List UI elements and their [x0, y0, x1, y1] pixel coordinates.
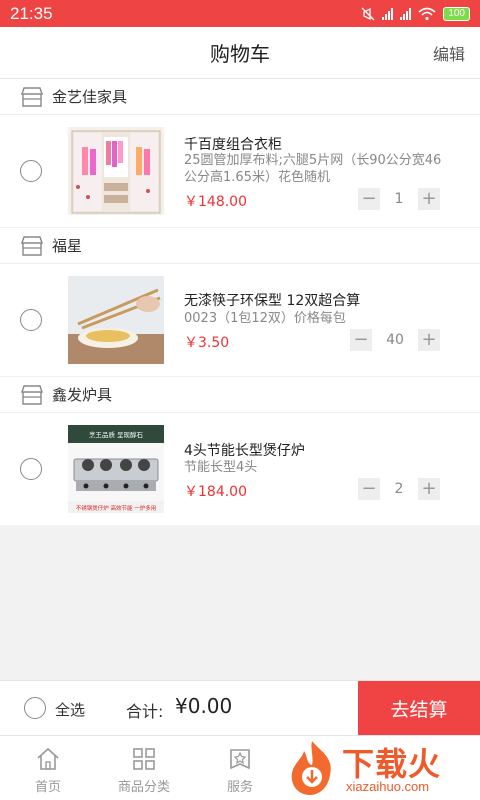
nav-bar: 购物车 编辑	[0, 27, 480, 79]
store-icon	[21, 235, 43, 256]
signal-icon-2	[400, 7, 412, 20]
wifi-icon	[418, 7, 436, 20]
shop-name: 金艺佳家具	[52, 88, 128, 106]
product-price: ￥3.50	[184, 335, 230, 351]
cart-item: 无漆筷子环保型 12双超合算 0023（1包12双）价格每包 ￥3.50 − 4…	[0, 264, 480, 376]
increase-button[interactable]: +	[418, 329, 440, 351]
product-price: ￥184.00	[184, 484, 247, 500]
tab-service-label: 服务	[226, 780, 253, 795]
shop-header[interactable]: 金艺佳家具	[0, 79, 480, 115]
tab-home-label: 首页	[34, 780, 61, 795]
increase-button[interactable]: +	[418, 188, 440, 210]
shop-header[interactable]: 福星	[0, 228, 480, 264]
tab-category[interactable]: 商品分类	[96, 736, 192, 800]
select-all-radio[interactable]	[24, 697, 46, 719]
product-image-stove[interactable]: 烹王品质 呈现醇石 不锈钢煲仔炉 高效节能 一炉多用	[68, 425, 164, 513]
status-time: 21:35	[10, 3, 53, 23]
watermark-url: xiazaihuo.com	[346, 779, 430, 794]
cart-item: 千百度组合衣柜 25圆管加厚布料;六腿5片网（长90公分宽46公分高1.65米）…	[0, 115, 480, 227]
quantity-value[interactable]: 40	[372, 332, 418, 348]
checkout-button[interactable]: 去结算	[358, 681, 480, 736]
product-spec: 节能长型4头	[184, 460, 258, 475]
decrease-button[interactable]: −	[350, 329, 372, 351]
product-name[interactable]: 无漆筷子环保型 12双超合算	[184, 290, 360, 310]
page-title: 购物车	[210, 42, 270, 66]
quantity-value[interactable]: 1	[380, 191, 418, 207]
product-spec: 25圆管加厚布料;六腿5片网（长90公分宽46公分高1.65米）花色随机	[184, 153, 442, 185]
shop-name: 鑫发炉具	[52, 386, 113, 404]
category-icon	[133, 748, 155, 770]
item-select-radio[interactable]	[20, 458, 42, 480]
decrease-button[interactable]: −	[358, 478, 380, 500]
checkout-bar: 全选 合计: ¥0.00 去结算	[0, 680, 480, 736]
cart-item: 烹王品质 呈现醇石 不锈钢煲仔炉 高效节能 一炉多用 4头节能长型煲仔炉 节能长…	[0, 413, 480, 525]
product-image-chopsticks[interactable]	[68, 276, 164, 364]
product-name[interactable]: 千百度组合衣柜	[184, 134, 282, 154]
stove-image-caption-top: 烹王品质 呈现醇石	[89, 430, 144, 439]
shop-header[interactable]: 鑫发炉具	[0, 377, 480, 413]
item-select-radio[interactable]	[20, 160, 42, 182]
status-bar: 21:35 100	[0, 0, 480, 27]
mute-icon	[361, 7, 375, 20]
quantity-stepper: − 2 +	[358, 478, 440, 500]
quantity-stepper: − 1 +	[358, 188, 440, 210]
total-label: 合计:	[126, 702, 164, 721]
store-icon	[21, 384, 43, 405]
edit-button[interactable]: 编辑	[433, 41, 465, 65]
decrease-button[interactable]: −	[358, 188, 380, 210]
stove-image-caption-bottom: 不锈钢煲仔炉 高效节能 一炉多用	[76, 504, 157, 512]
product-price: ￥148.00	[184, 194, 247, 210]
store-icon	[21, 86, 43, 107]
home-icon	[37, 747, 59, 770]
product-spec: 0023（1包12双）价格每包	[184, 311, 346, 326]
increase-button[interactable]: +	[418, 478, 440, 500]
quantity-value[interactable]: 2	[380, 481, 418, 497]
tab-home[interactable]: 首页	[0, 736, 96, 800]
signal-icon	[382, 7, 394, 20]
quantity-stepper: − 40 +	[350, 329, 440, 351]
service-icon	[230, 749, 250, 770]
total-amount: ¥0.00	[175, 694, 233, 718]
item-select-radio[interactable]	[20, 309, 42, 331]
watermark-logo: 下载火 xiazaihuo.com	[282, 735, 480, 800]
shop-name: 福星	[52, 237, 83, 255]
flame-download-icon	[291, 741, 331, 795]
product-image-wardrobe[interactable]	[68, 127, 164, 215]
select-all-label[interactable]: 全选	[55, 699, 85, 720]
battery-indicator: 100	[443, 6, 470, 21]
product-name[interactable]: 4头节能长型煲仔炉	[184, 440, 305, 460]
tab-service[interactable]: 服务	[192, 736, 288, 800]
tab-category-label: 商品分类	[117, 780, 170, 795]
